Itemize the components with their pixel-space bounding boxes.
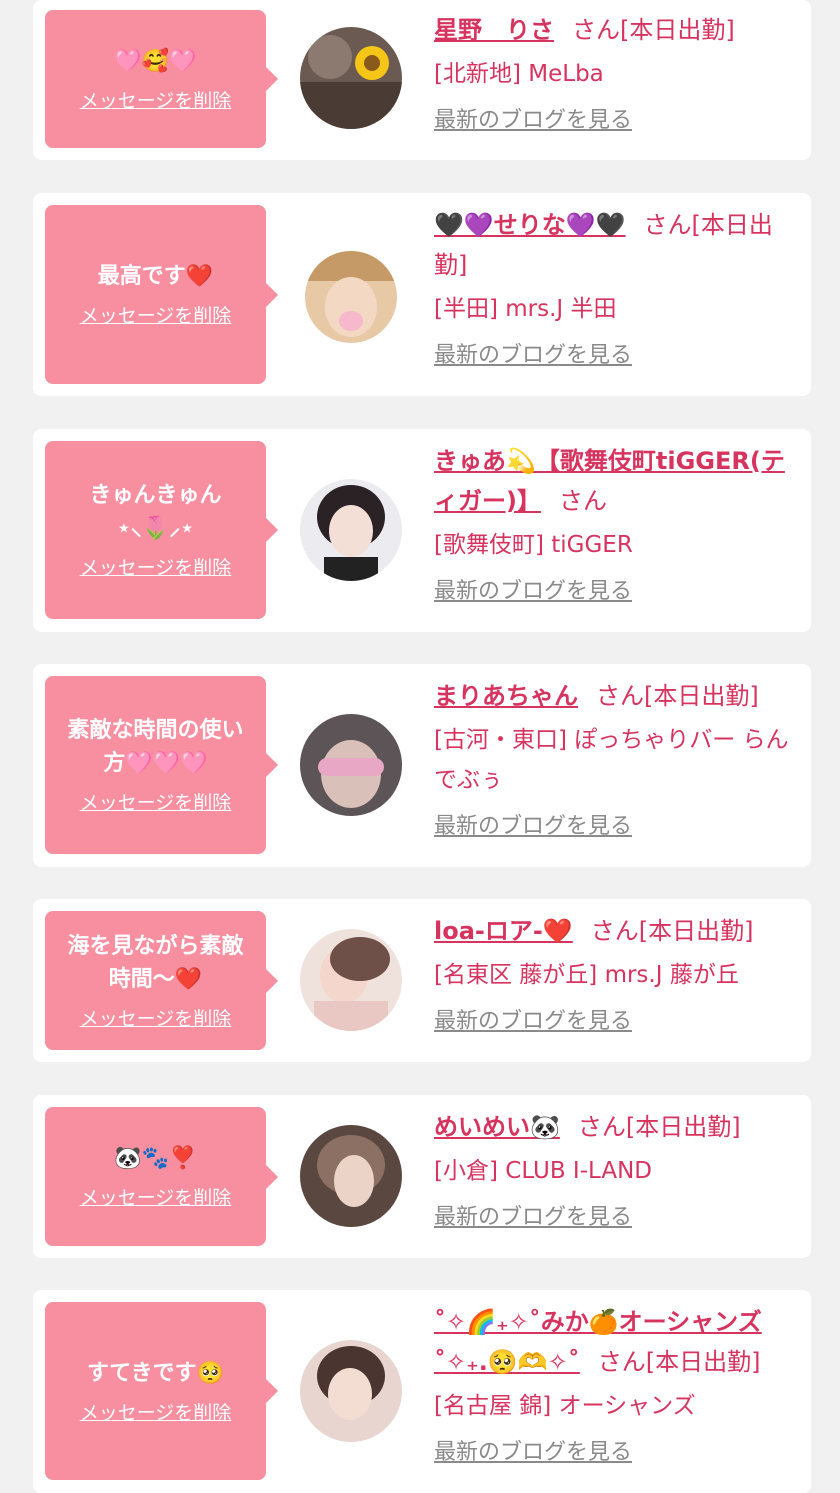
avatar[interactable] bbox=[300, 1125, 402, 1227]
cast-card: きゅんきゅん ⋆⸜🌷⸝⋆ メッセージを削除 きゅあ💫【歌舞伎町tiGGER(ティ… bbox=[33, 429, 811, 632]
delete-message-link[interactable]: メッセージを削除 bbox=[80, 303, 232, 329]
cast-name-link[interactable]: loa-ロア-❤️ bbox=[434, 917, 573, 945]
avatar[interactable] bbox=[300, 714, 402, 816]
message-text: 🩷🥰🩷 bbox=[114, 48, 197, 74]
message-text: 素敵な時間の使い方🩷🩷🩷 bbox=[67, 718, 244, 776]
cast-name-link[interactable]: 星野 りさ bbox=[434, 16, 554, 44]
name-line: きゅあ💫【歌舞伎町tiGGER(ティガー)】 さん bbox=[434, 441, 804, 521]
cast-card: すてきです🥺 メッセージを削除 ˚✧🌈₊✧˚みか🍊オーシャンズ˚✧₊.🥺🫶✧˚ さ… bbox=[33, 1290, 811, 1493]
cast-name-link[interactable]: まりあちゃん bbox=[434, 682, 578, 710]
delete-message-link[interactable]: メッセージを削除 bbox=[80, 790, 232, 816]
avatar[interactable] bbox=[300, 27, 402, 129]
avatar[interactable] bbox=[300, 1340, 402, 1442]
name-line: ˚✧🌈₊✧˚みか🍊オーシャンズ˚✧₊.🥺🫶✧˚ さん[本日出勤] bbox=[434, 1302, 804, 1382]
cast-suffix: さん[本日出勤] bbox=[572, 16, 735, 44]
avatar[interactable] bbox=[300, 479, 402, 581]
avatar[interactable] bbox=[305, 251, 397, 343]
name-line: loa-ロア-❤️ さん[本日出勤] bbox=[434, 911, 804, 951]
cast-info: 🖤💜せりな💜🖤 さん[本日出勤] [半田] mrs.J 半田 最新のブログを見る bbox=[434, 205, 804, 371]
cast-info: きゅあ💫【歌舞伎町tiGGER(ティガー)】 さん [歌舞伎町] tiGGER 最… bbox=[434, 441, 804, 607]
avatar-photo bbox=[300, 479, 402, 581]
name-line: めいめい🐼 さん[本日出勤] bbox=[434, 1107, 804, 1147]
name-line: 星野 りさ さん[本日出勤] bbox=[434, 10, 804, 50]
cast-card: 最高です❤️ メッセージを削除 🖤💜せりな💜🖤 さん[本日出勤] [半田] mrs… bbox=[33, 193, 811, 396]
name-line: 🖤💜せりな💜🖤 さん[本日出勤] bbox=[434, 205, 804, 285]
cast-info: ˚✧🌈₊✧˚みか🍊オーシャンズ˚✧₊.🥺🫶✧˚ さん[本日出勤] [名古屋 錦] … bbox=[434, 1302, 804, 1468]
avatar-photo bbox=[300, 27, 402, 129]
cast-suffix: さん[本日出勤] bbox=[577, 1113, 741, 1141]
shop-name: [北新地] MeLba bbox=[434, 61, 604, 87]
message-text: きゅんきゅん ⋆⸜🌷⸝⋆ bbox=[89, 483, 222, 541]
shop-name: [名古屋 錦] オーシャンズ bbox=[434, 1393, 696, 1419]
latest-blog-link[interactable]: 最新のブログを見る bbox=[434, 1007, 632, 1037]
cast-card: 🐼🐾❣️ メッセージを削除 めいめい🐼 さん[本日出勤] [小倉] CLUB I-… bbox=[33, 1095, 811, 1258]
cast-name-link[interactable]: きゅあ💫【歌舞伎町tiGGER(ティガー)】 bbox=[434, 447, 785, 515]
message-text: 🐼🐾❣️ bbox=[114, 1146, 197, 1171]
name-line: まりあちゃん さん[本日出勤] bbox=[434, 676, 804, 716]
shop-name: [名東区 藤が丘] mrs.J 藤が丘 bbox=[434, 962, 739, 988]
latest-blog-link[interactable]: 最新のブログを見る bbox=[434, 341, 632, 371]
cast-info: めいめい🐼 さん[本日出勤] [小倉] CLUB I-LAND 最新のブログを見る bbox=[434, 1107, 804, 1233]
cast-suffix: さん[本日出勤] bbox=[596, 682, 759, 710]
cast-info: 星野 りさ さん[本日出勤] [北新地] MeLba 最新のブログを見る bbox=[434, 10, 804, 136]
message-bubble: 🐼🐾❣️ メッセージを削除 bbox=[45, 1107, 278, 1246]
cast-suffix: さん[本日出勤] bbox=[597, 1348, 761, 1376]
avatar[interactable] bbox=[300, 929, 402, 1031]
latest-blog-link[interactable]: 最新のブログを見る bbox=[434, 812, 632, 842]
message-bubble: 海を見ながら素敵時間〜❤️ メッセージを削除 bbox=[45, 911, 278, 1050]
message-text: すてきです🥺 bbox=[87, 1360, 224, 1386]
cast-suffix: さん[本日出勤] bbox=[590, 917, 754, 945]
cast-info: まりあちゃん さん[本日出勤] [古河・東口] ぽっちゃりバー らんでぶぅ 最新の… bbox=[434, 676, 804, 842]
message-text: 海を見ながら素敵時間〜❤️ bbox=[67, 933, 244, 992]
shop-name: [歌舞伎町] tiGGER bbox=[434, 532, 633, 558]
cast-name-link[interactable]: めいめい🐼 bbox=[434, 1113, 560, 1141]
delete-message-link[interactable]: メッセージを削除 bbox=[80, 555, 232, 581]
avatar-photo bbox=[300, 1340, 402, 1442]
message-bubble: 🩷🥰🩷 メッセージを削除 bbox=[45, 10, 278, 148]
avatar-photo bbox=[305, 251, 397, 343]
delete-message-link[interactable]: メッセージを削除 bbox=[80, 1185, 232, 1211]
sunflower-icon bbox=[355, 46, 389, 80]
latest-blog-link[interactable]: 最新のブログを見る bbox=[434, 106, 632, 136]
avatar-photo bbox=[300, 929, 402, 1031]
avatar-photo bbox=[300, 1125, 402, 1227]
message-bubble: 最高です❤️ メッセージを削除 bbox=[45, 205, 278, 384]
delete-message-link[interactable]: メッセージを削除 bbox=[80, 1400, 232, 1426]
cast-info: loa-ロア-❤️ さん[本日出勤] [名東区 藤が丘] mrs.J 藤が丘 最新… bbox=[434, 911, 804, 1037]
cast-suffix: さん bbox=[558, 487, 607, 515]
message-bubble: きゅんきゅん ⋆⸜🌷⸝⋆ メッセージを削除 bbox=[45, 441, 278, 619]
cast-card: 🩷🥰🩷 メッセージを削除 星野 りさ さん[本日出勤] [北新地] MeLba 最… bbox=[33, 0, 811, 160]
delete-message-link[interactable]: メッセージを削除 bbox=[80, 1006, 232, 1032]
latest-blog-link[interactable]: 最新のブログを見る bbox=[434, 1203, 632, 1233]
cast-card: 素敵な時間の使い方🩷🩷🩷 メッセージを削除 まりあちゃん さん[本日出勤] [古河… bbox=[33, 664, 811, 867]
latest-blog-link[interactable]: 最新のブログを見る bbox=[434, 1438, 632, 1468]
delete-message-link[interactable]: メッセージを削除 bbox=[80, 88, 232, 114]
avatar-photo bbox=[300, 714, 402, 816]
favorite-cast-list: 🩷🥰🩷 メッセージを削除 星野 りさ さん[本日出勤] [北新地] MeLba 最… bbox=[0, 0, 840, 1493]
cast-card: 海を見ながら素敵時間〜❤️ メッセージを削除 loa-ロア-❤️ さん[本日出勤]… bbox=[33, 899, 811, 1062]
cast-name-link[interactable]: 🖤💜せりな💜🖤 bbox=[434, 211, 626, 239]
shop-name: [小倉] CLUB I-LAND bbox=[434, 1158, 652, 1184]
shop-name: [古河・東口] ぽっちゃりバー らんでぶぅ bbox=[434, 727, 789, 793]
latest-blog-link[interactable]: 最新のブログを見る bbox=[434, 577, 632, 607]
message-text: 最高です❤️ bbox=[97, 264, 214, 289]
message-bubble: すてきです🥺 メッセージを削除 bbox=[45, 1302, 278, 1480]
shop-name: [半田] mrs.J 半田 bbox=[434, 296, 617, 322]
message-bubble: 素敵な時間の使い方🩷🩷🩷 メッセージを削除 bbox=[45, 676, 278, 854]
